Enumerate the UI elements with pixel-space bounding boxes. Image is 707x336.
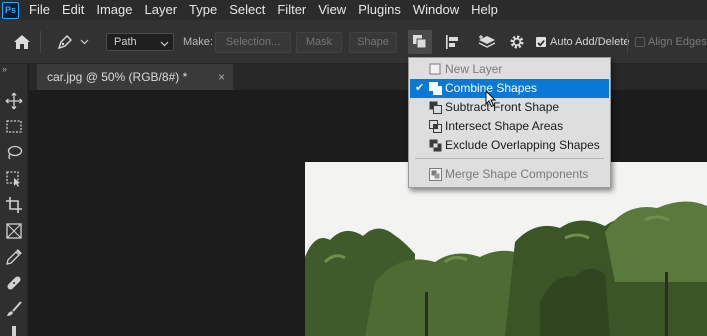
new-layer-icon	[429, 63, 441, 75]
mouse-cursor-icon	[485, 89, 497, 111]
exclude-overlapping-shapes-icon	[429, 139, 442, 152]
brush-tool-icon[interactable]	[5, 300, 23, 318]
intersect-shape-areas-icon	[429, 120, 442, 133]
document-image[interactable]	[305, 162, 707, 336]
menu-view[interactable]: View	[312, 0, 352, 20]
menu-item-label: Subtract Front Shape	[445, 100, 560, 114]
menu-item-label: Exclude Overlapping Shapes	[445, 138, 600, 152]
menu-item-label: Intersect Shape Areas	[445, 119, 564, 133]
align-edges-label: Align Edges	[648, 36, 707, 48]
align-edges-checkbox[interactable]	[635, 37, 645, 47]
menu-item-new-layer[interactable]: New Layer	[410, 60, 609, 79]
checkmark-icon: ✔	[415, 82, 425, 94]
menu-item-subtract-front-shape[interactable]: Subtract Front Shape	[410, 98, 609, 117]
menu-file[interactable]: File	[23, 0, 56, 20]
combine-shapes-icon	[429, 82, 442, 95]
eyedropper-tool-icon[interactable]	[5, 248, 23, 266]
menu-edit[interactable]: Edit	[56, 0, 90, 20]
crop-tool-icon[interactable]	[5, 196, 23, 214]
chevron-down-icon	[160, 37, 169, 53]
menu-plugins[interactable]: Plugins	[352, 0, 407, 20]
lasso-tool-icon[interactable]	[5, 144, 23, 162]
make-selection-button[interactable]: Selection...	[215, 32, 291, 53]
make-mask-button[interactable]: Mask	[296, 32, 342, 53]
menu-item-intersect-shape-areas[interactable]: Intersect Shape Areas	[410, 117, 609, 136]
stamp-tool-icon[interactable]	[5, 326, 23, 336]
menu-item-label: Merge Shape Components	[445, 167, 589, 181]
photoshop-logo: Ps	[2, 1, 19, 19]
divider	[40, 20, 41, 64]
marquee-tool-icon[interactable]	[5, 118, 23, 136]
tool-mode-select[interactable]: Path	[106, 33, 174, 51]
path-operations-menu: New Layer ✔ Combine Shapes Subtract Fron…	[408, 57, 611, 188]
document-tab[interactable]: car.jpg @ 50% (RGB/8#) * ×	[37, 64, 233, 90]
tool-mode-value: Path	[114, 36, 137, 48]
menu-window[interactable]: Window	[407, 0, 465, 20]
subtract-front-shape-icon	[429, 101, 442, 114]
menu-select[interactable]: Select	[223, 0, 271, 20]
merge-shape-components-icon	[429, 168, 442, 181]
auto-add-delete-checkbox[interactable]	[536, 37, 546, 47]
close-icon[interactable]: ×	[218, 66, 225, 88]
document-tab-title: car.jpg @ 50% (RGB/8#) *	[47, 70, 188, 84]
home-icon[interactable]	[13, 20, 31, 64]
object-selection-tool-icon[interactable]	[5, 170, 23, 188]
menu-filter[interactable]: Filter	[271, 0, 312, 20]
tools-panel: »	[0, 64, 28, 336]
healing-brush-tool-icon[interactable]	[5, 274, 23, 292]
divider	[627, 20, 628, 64]
menu-layer[interactable]: Layer	[139, 0, 184, 20]
menu-bar: Ps File Edit Image Layer Type Select Fil…	[0, 0, 707, 20]
menu-separator	[415, 158, 604, 159]
make-label: Make:	[183, 36, 213, 48]
menu-image[interactable]: Image	[90, 0, 138, 20]
panel-collapse-icon[interactable]: »	[2, 64, 7, 74]
menu-item-label: New Layer	[445, 62, 503, 76]
menu-type[interactable]: Type	[183, 0, 223, 20]
make-shape-button[interactable]: Shape	[349, 32, 397, 53]
menu-item-exclude-overlapping-shapes[interactable]: Exclude Overlapping Shapes	[410, 136, 609, 155]
auto-add-delete-label: Auto Add/Delete	[550, 36, 630, 48]
menu-item-combine-shapes[interactable]: ✔ Combine Shapes	[410, 79, 609, 98]
menu-item-merge-shape-components[interactable]: Merge Shape Components	[410, 165, 609, 184]
chevron-down-icon[interactable]	[80, 20, 89, 64]
pen-tool-icon[interactable]	[56, 20, 74, 64]
frame-tool-icon[interactable]	[5, 222, 23, 240]
move-tool-icon[interactable]	[5, 92, 23, 110]
menu-help[interactable]: Help	[465, 0, 504, 20]
